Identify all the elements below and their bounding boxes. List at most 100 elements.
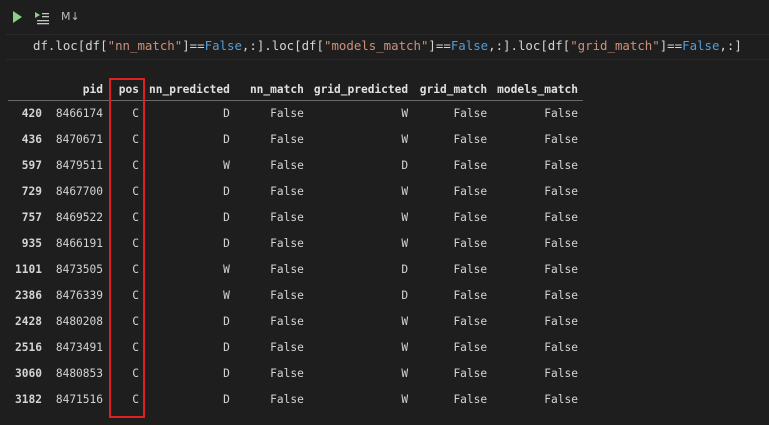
cell-pid: 8466191 bbox=[55, 237, 103, 250]
cell-models-match: False bbox=[544, 107, 578, 121]
cell-nn-predicted: D bbox=[223, 341, 230, 354]
cell-nn-match: False bbox=[270, 159, 304, 172]
cell-pid: 8473505 bbox=[55, 263, 103, 276]
cell-nn-predicted: D bbox=[223, 107, 230, 121]
cell-nn-predicted: D bbox=[223, 315, 230, 328]
cell-grid-predicted: D bbox=[401, 263, 409, 276]
play-icon[interactable] bbox=[13, 11, 22, 23]
cell-pid: 8473491 bbox=[55, 341, 103, 354]
cell-grid-predicted: W bbox=[401, 367, 409, 380]
cell-grid-match: False bbox=[453, 211, 488, 224]
cell-pid: 8469522 bbox=[55, 211, 103, 224]
table-header-row: pid pos nn_predicted nn_match grid_predicted… bbox=[8, 78, 583, 101]
cell-toolbar: M↓ bbox=[0, 8, 769, 28]
table-row: 729 8467700 C D False W False False bbox=[8, 179, 583, 205]
column-header-grid-match: grid_match bbox=[413, 78, 493, 101]
row-index: 2386 bbox=[15, 289, 42, 302]
row-index: 2516 bbox=[15, 341, 42, 354]
cell-pid: 8467700 bbox=[55, 185, 103, 198]
cell-grid-predicted: D bbox=[401, 289, 409, 302]
cell-models-match: False bbox=[544, 341, 578, 354]
cell-grid-match: False bbox=[453, 263, 488, 276]
cell-type-label[interactable]: M↓ bbox=[61, 10, 80, 23]
table-row: 2428 8480208 C D False W False False bbox=[8, 309, 583, 335]
cell-pid: 8471516 bbox=[55, 393, 103, 406]
cell-grid-predicted: W bbox=[401, 185, 409, 198]
table-row: 2516 8473491 C D False W False False bbox=[8, 335, 583, 361]
cell-pid: 8476339 bbox=[55, 289, 103, 302]
cell-nn-match: False bbox=[270, 107, 304, 121]
code-string: "models_match" bbox=[323, 38, 429, 53]
row-index: 597 bbox=[21, 159, 42, 172]
code-keyword: False bbox=[682, 38, 720, 53]
cell-grid-predicted: W bbox=[401, 341, 409, 354]
cell-models-match: False bbox=[544, 263, 578, 276]
cell-nn-match: False bbox=[270, 133, 304, 146]
cell-nn-match: False bbox=[270, 393, 304, 406]
cell-models-match: False bbox=[544, 315, 578, 328]
cell-pid: 8466174 bbox=[55, 107, 103, 121]
cell-models-match: False bbox=[544, 237, 578, 250]
cell-nn-match: False bbox=[270, 263, 304, 276]
row-index: 1101 bbox=[15, 263, 42, 276]
cell-grid-predicted: W bbox=[401, 211, 409, 224]
cell-grid-match: False bbox=[453, 315, 488, 328]
code-string: "grid_match" bbox=[570, 38, 660, 53]
cell-grid-predicted: W bbox=[401, 315, 409, 328]
code-line[interactable]: df.loc[df["nn_match"]==False,:].loc[df["… bbox=[33, 38, 742, 53]
cell-nn-match: False bbox=[270, 367, 304, 380]
cell-nn-predicted: D bbox=[223, 237, 230, 250]
code-token: ,:].loc[df[ bbox=[241, 38, 324, 53]
code-keyword: False bbox=[204, 38, 242, 53]
cell-grid-predicted: W bbox=[401, 133, 409, 146]
cell-models-match: False bbox=[544, 185, 578, 198]
cell-grid-match: False bbox=[453, 393, 488, 406]
cell-nn-match: False bbox=[270, 289, 304, 302]
cell-models-match: False bbox=[544, 393, 578, 406]
table-row: 1101 8473505 C W False D False False bbox=[8, 257, 583, 283]
table-row: 597 8479511 C W False D False False bbox=[8, 153, 583, 179]
code-token: ]== bbox=[182, 38, 205, 53]
cell-nn-match: False bbox=[270, 341, 304, 354]
cell-models-match: False bbox=[544, 159, 578, 172]
cell-grid-match: False bbox=[453, 159, 488, 172]
column-header-models-match: models_match bbox=[492, 78, 583, 101]
dataframe-table: pid pos nn_predicted nn_match grid_predicted… bbox=[8, 78, 583, 413]
cell-nn-match: False bbox=[270, 315, 304, 328]
table-row: 420 8466174 C D False W False False bbox=[8, 101, 583, 127]
cell-models-match: False bbox=[544, 367, 578, 380]
cell-grid-match: False bbox=[453, 367, 488, 380]
code-token: ,:] bbox=[719, 38, 742, 53]
cell-grid-match: False bbox=[453, 341, 488, 354]
cell-pid: 8480853 bbox=[55, 367, 103, 380]
row-index: 420 bbox=[21, 107, 42, 121]
run-below-icon[interactable] bbox=[34, 11, 50, 25]
cell-nn-predicted: D bbox=[223, 367, 230, 380]
cell-grid-match: False bbox=[453, 107, 488, 121]
table-row: 3182 8471516 C D False W False False bbox=[8, 387, 583, 413]
cell-nn-match: False bbox=[270, 237, 304, 250]
table-row: 436 8470671 C D False W False False bbox=[8, 127, 583, 153]
cell-grid-match: False bbox=[453, 289, 488, 302]
cell-grid-predicted: W bbox=[401, 393, 409, 406]
cell-grid-match: False bbox=[453, 185, 488, 198]
cell-grid-predicted: D bbox=[401, 159, 409, 172]
code-token: ]== bbox=[428, 38, 451, 53]
pos-column-highlight-box bbox=[109, 78, 145, 418]
cell-nn-match: False bbox=[270, 211, 304, 224]
row-index: 757 bbox=[21, 211, 42, 224]
column-header-nn-match: nn_match bbox=[234, 78, 309, 101]
cell-nn-predicted: D bbox=[223, 393, 230, 406]
table-row: 3060 8480853 C D False W False False bbox=[8, 361, 583, 387]
cell-models-match: False bbox=[544, 289, 578, 302]
cell-nn-predicted: W bbox=[223, 159, 230, 172]
code-keyword: False bbox=[450, 38, 489, 53]
index-header bbox=[8, 78, 47, 101]
table-row: 935 8466191 C D False W False False bbox=[8, 231, 583, 257]
column-header-grid-predicted: grid_predicted bbox=[308, 78, 414, 101]
cell-nn-predicted: D bbox=[223, 185, 230, 198]
row-index: 3060 bbox=[15, 367, 42, 380]
code-token: df.loc[df[ bbox=[33, 38, 108, 53]
code-cell[interactable]: df.loc[df["nn_match"]==False,:].loc[df["… bbox=[6, 34, 769, 60]
row-index: 729 bbox=[21, 185, 42, 198]
